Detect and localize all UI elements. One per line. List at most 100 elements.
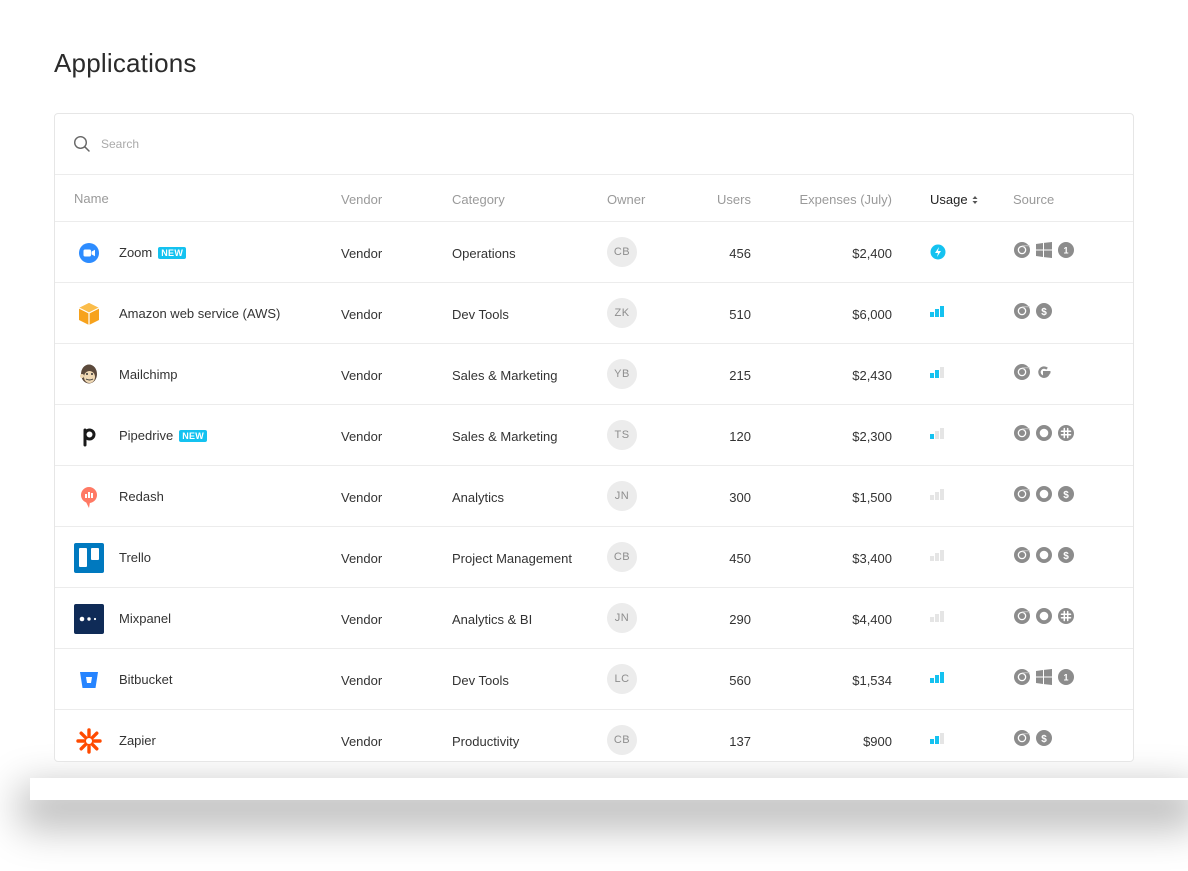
- slack-icon: [1057, 424, 1075, 442]
- column-header-category[interactable]: Category: [452, 192, 505, 207]
- usage-bars-icon: [930, 305, 948, 321]
- column-header-vendor[interactable]: Vendor: [341, 192, 382, 207]
- category-cell: Sales & Marketing: [452, 368, 558, 383]
- new-badge: NEW: [179, 430, 208, 442]
- windows-icon: [1035, 668, 1053, 686]
- app-name[interactable]: Mailchimp: [119, 367, 178, 382]
- circle-icon: [1035, 424, 1053, 442]
- zapier-logo: [74, 726, 104, 756]
- category-cell: Productivity: [452, 734, 520, 749]
- source-icons: 1: [1013, 241, 1075, 259]
- svg-text:1: 1: [1063, 673, 1068, 683]
- vendor-cell: Vendor: [341, 429, 383, 444]
- svg-text:1: 1: [1063, 246, 1068, 256]
- circle-icon: [1035, 485, 1053, 503]
- zoom-logo: [74, 238, 104, 268]
- users-cell: 120: [729, 429, 751, 444]
- category-cell: Dev Tools: [452, 673, 509, 688]
- expenses-cell: $2,300: [852, 429, 892, 444]
- owner-avatar[interactable]: CB: [607, 725, 637, 755]
- table-row[interactable]: Zoom NEW Vendor Operations CB 456 $2,400 1: [55, 222, 1133, 283]
- column-header-usage[interactable]: Usage: [930, 192, 978, 208]
- category-cell: Dev Tools: [452, 307, 509, 322]
- column-header-users[interactable]: Users: [675, 192, 751, 207]
- vendor-cell: Vendor: [341, 246, 383, 261]
- mailchimp-logo: [74, 360, 104, 390]
- dollar-icon: $: [1035, 729, 1053, 747]
- app-name-label: Redash: [119, 489, 164, 504]
- column-header-owner[interactable]: Owner: [607, 192, 645, 207]
- search-input[interactable]: [101, 137, 501, 151]
- app-name[interactable]: Zoom NEW: [119, 245, 187, 260]
- dollar-icon: $: [1057, 485, 1075, 503]
- app-name[interactable]: Zapier: [119, 733, 156, 748]
- chrome-icon: [1013, 729, 1031, 747]
- table-row[interactable]: Zapier Vendor Productivity CB 137 $900 $: [55, 710, 1133, 761]
- source-icons: $: [1013, 302, 1053, 320]
- table-row[interactable]: Mailchimp Vendor Sales & Marketing YB 215 $2,…: [55, 344, 1133, 405]
- source-icons: $: [1013, 485, 1075, 503]
- app-name[interactable]: Trello: [119, 550, 151, 565]
- table-body: Zoom NEW Vendor Operations CB 456 $2,400 1 Amazo…: [55, 222, 1133, 761]
- app-name[interactable]: Mixpanel: [119, 611, 171, 626]
- category-cell: Analytics: [452, 490, 505, 505]
- table-row[interactable]: Redash Vendor Analytics JN 300 $1,500 $: [55, 466, 1133, 527]
- dollar-icon: $: [1057, 546, 1075, 564]
- circle-icon: [1035, 546, 1053, 564]
- app-name-label: Trello: [119, 550, 152, 565]
- applications-table-card: Name Vendor Category Owner Users Expense…: [54, 113, 1134, 762]
- app-name[interactable]: Bitbucket: [119, 672, 172, 687]
- owner-avatar[interactable]: JN: [607, 481, 637, 511]
- owner-avatar[interactable]: TS: [607, 420, 637, 450]
- owner-avatar[interactable]: JN: [607, 603, 637, 633]
- usage-bars-icon: [930, 427, 948, 443]
- owner-avatar[interactable]: ZK: [607, 298, 637, 328]
- app-name-label: Amazon web service (AWS): [119, 306, 281, 321]
- app-name-label: Zoom: [119, 245, 153, 260]
- expenses-cell: $6,000: [852, 307, 892, 322]
- app-name[interactable]: Pipedrive NEW: [119, 428, 208, 443]
- google-icon: [1035, 363, 1053, 381]
- sort-icon: [972, 193, 978, 208]
- source-icons: 1: [1013, 668, 1075, 686]
- owner-avatar[interactable]: CB: [607, 542, 637, 572]
- redash-logo: [74, 482, 104, 512]
- expenses-cell: $900: [863, 734, 892, 749]
- usage-bars-icon: [930, 671, 948, 687]
- users-cell: 215: [729, 368, 751, 383]
- app-name-label: Mailchimp: [119, 367, 178, 382]
- svg-text:$: $: [1063, 490, 1069, 501]
- one-icon: 1: [1057, 668, 1075, 686]
- mixpanel-logo: [74, 604, 104, 634]
- usage-bars-icon: [930, 488, 948, 504]
- owner-avatar[interactable]: YB: [607, 359, 637, 389]
- category-cell: Operations: [452, 246, 516, 261]
- table-row[interactable]: Pipedrive NEW Vendor Sales & Marketing TS 120…: [55, 405, 1133, 466]
- source-icons: [1013, 424, 1075, 442]
- owner-avatar[interactable]: CB: [607, 237, 637, 267]
- table-row[interactable]: Mixpanel Vendor Analytics & BI JN 290 $4,400: [55, 588, 1133, 649]
- expenses-cell: $3,400: [852, 551, 892, 566]
- table-row[interactable]: Bitbucket Vendor Dev Tools LC 560 $1,534 1: [55, 649, 1133, 710]
- users-cell: 450: [729, 551, 751, 566]
- vendor-cell: Vendor: [341, 551, 383, 566]
- windows-icon: [1035, 241, 1053, 259]
- dollar-icon: $: [1035, 302, 1053, 320]
- table-header: Name Vendor Category Owner Users Expense…: [55, 175, 1133, 222]
- svg-text:$: $: [1041, 734, 1047, 745]
- owner-avatar[interactable]: LC: [607, 664, 637, 694]
- source-icons: $: [1013, 546, 1075, 564]
- table-row[interactable]: Amazon web service (AWS) Vendor Dev Tools Z…: [55, 283, 1133, 344]
- bitbucket-logo: [74, 665, 104, 695]
- vendor-cell: Vendor: [341, 368, 383, 383]
- column-header-source[interactable]: Source: [1013, 192, 1054, 207]
- chrome-icon: [1013, 546, 1031, 564]
- usage-bars-icon: [930, 366, 948, 382]
- users-cell: 300: [729, 490, 751, 505]
- column-header-expenses[interactable]: Expenses (July): [795, 192, 892, 207]
- table-row[interactable]: Trello Vendor Project Management CB 450 $3,40…: [55, 527, 1133, 588]
- app-name[interactable]: Redash: [119, 489, 164, 504]
- column-header-name[interactable]: Name: [74, 191, 109, 206]
- chrome-icon: [1013, 363, 1031, 381]
- app-name[interactable]: Amazon web service (AWS): [119, 306, 280, 321]
